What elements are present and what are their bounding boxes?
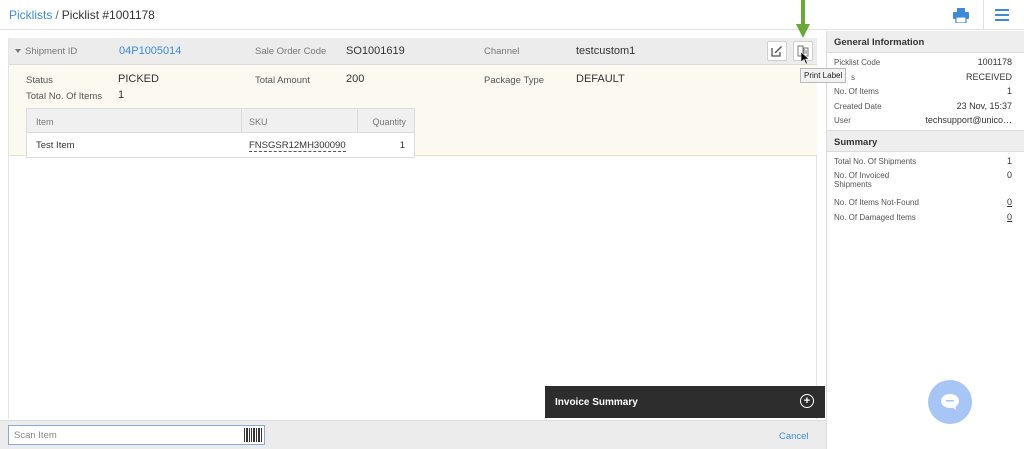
bottom-bar: Cancel — [0, 420, 826, 449]
status-value: PICKED — [118, 73, 159, 85]
list-item: No. Of Items 1 — [827, 84, 1024, 99]
info-value: 1 — [1006, 86, 1012, 96]
top-icons — [951, 0, 1024, 30]
table-row: Test Item FNSGSR12MH300090 1 — [27, 133, 414, 157]
shipment-header[interactable]: Shipment ID 04P1005014 Sale Order Code S… — [9, 38, 817, 65]
total-amount-label: Total Amount — [255, 75, 310, 86]
info-key: User — [834, 116, 851, 125]
breadcrumb: Picklists / Picklist #1001178 — [9, 8, 155, 22]
chat-button[interactable] — [928, 380, 972, 424]
summary-key: Total No. Of Shipments — [834, 156, 917, 166]
shipment-list: Shipment ID 04P1005014 Sale Order Code S… — [8, 38, 817, 419]
plus-circle-icon[interactable]: + — [800, 394, 814, 408]
status-label: Status — [26, 75, 53, 86]
summary-key: No. Of Damaged Items — [834, 212, 916, 222]
list-item: No. Of Items Not-Found 0 — [827, 195, 1024, 210]
main-panel: Shipment ID 04P1005014 Sale Order Code S… — [0, 31, 826, 449]
cursor-icon — [801, 52, 810, 65]
shipment-details: Status PICKED Total Amount 200 Package T… — [9, 65, 817, 158]
info-key: s — [851, 72, 855, 82]
channel-label: Channel — [484, 46, 520, 57]
column-divider — [241, 109, 242, 133]
package-type-label: Package Type — [484, 75, 545, 86]
shipment-id-label: Shipment ID — [25, 46, 78, 57]
chat-icon — [941, 394, 959, 410]
cancel-button[interactable]: Cancel — [779, 431, 809, 442]
items-table: Item SKU Quantity Test Item FNSGSR12MH30… — [26, 108, 415, 158]
list-item: s RECEIVED — [827, 70, 1024, 85]
list-item: Total No. Of Shipments 1 — [827, 154, 1024, 169]
summary-title: Summary — [827, 129, 1024, 152]
breadcrumb-current: Picklist #1001178 — [61, 8, 155, 22]
arrow-down-icon — [796, 0, 810, 38]
list-item: No. Of Damaged Items 0 — [827, 210, 1024, 225]
info-value: RECEIVED — [965, 71, 1012, 82]
summary-value-link[interactable]: 0 — [1007, 197, 1012, 207]
shipment-id-link[interactable]: 04P1005014 — [119, 45, 181, 57]
edit-button[interactable] — [767, 41, 787, 61]
cell-quantity: 1 — [399, 140, 405, 151]
info-value: 23 Nov, 15:37 — [956, 100, 1012, 111]
summary-value-link[interactable]: 0 — [1007, 212, 1012, 222]
top-divider — [983, 0, 984, 30]
info-key: No. Of Items — [834, 87, 879, 96]
sale-order-value: SO1001619 — [346, 45, 405, 57]
total-items-label: Total No. Of Items — [26, 91, 103, 102]
cell-sku[interactable]: FNSGSR12MH300090 — [249, 140, 346, 152]
edit-icon — [771, 46, 782, 57]
print-label-tooltip: Print Label — [800, 68, 847, 83]
info-value: techsupport@unico… — [925, 115, 1012, 125]
list-item: User techsupport@unico… — [827, 113, 1024, 128]
invoice-summary-title: Invoice Summary — [555, 397, 638, 408]
summary-key: No. Of Invoiced Shipments — [834, 171, 890, 189]
info-key: Created Date — [834, 101, 882, 111]
column-header-item: Item — [36, 117, 54, 127]
package-type-value: DEFAULT — [576, 73, 625, 85]
general-info-title: General Information — [827, 31, 1024, 53]
items-table-header: Item SKU Quantity — [27, 109, 414, 133]
sidebar: General Information Picklist Code 1001178… — [826, 31, 1024, 449]
total-amount-value: 200 — [346, 73, 365, 85]
menu-icon[interactable] — [992, 5, 1012, 25]
total-items-value: 1 — [118, 89, 125, 101]
channel-value: testcustom1 — [576, 45, 636, 57]
column-header-quantity: Quantity — [372, 117, 406, 127]
summary-value: 1 — [1006, 155, 1012, 166]
info-value: 1001178 — [977, 57, 1012, 67]
caret-down-icon[interactable] — [15, 49, 21, 53]
breadcrumb-picklists-link[interactable]: Picklists — [9, 8, 52, 22]
sale-order-label: Sale Order Code — [255, 46, 327, 57]
cell-item: Test Item — [36, 140, 75, 151]
info-key: Picklist Code — [834, 58, 881, 67]
list-item: Created Date 23 Nov, 15:37 — [827, 99, 1024, 114]
scan-item-input[interactable] — [8, 425, 265, 445]
top-bar: Picklists / Picklist #1001178 — [0, 0, 1024, 30]
barcode-icon[interactable] — [244, 428, 262, 442]
list-item: No. Of Invoiced Shipments 0 — [827, 168, 1024, 195]
invoice-summary-bar[interactable]: Invoice Summary + — [545, 386, 825, 418]
print-icon[interactable] — [951, 5, 971, 25]
summary-list: Total No. Of Shipments 1 No. Of Invoiced … — [827, 152, 1024, 225]
breadcrumb-separator: / — [55, 8, 59, 22]
summary-key: No. Of Items Not-Found — [834, 198, 919, 207]
list-item: Picklist Code 1001178 — [827, 55, 1024, 70]
summary-value: 0 — [1006, 170, 1012, 180]
column-header-sku: SKU — [249, 117, 268, 127]
general-info-list: Picklist Code 1001178 s RECEIVED No. Of It… — [827, 53, 1024, 128]
column-divider — [357, 109, 358, 133]
